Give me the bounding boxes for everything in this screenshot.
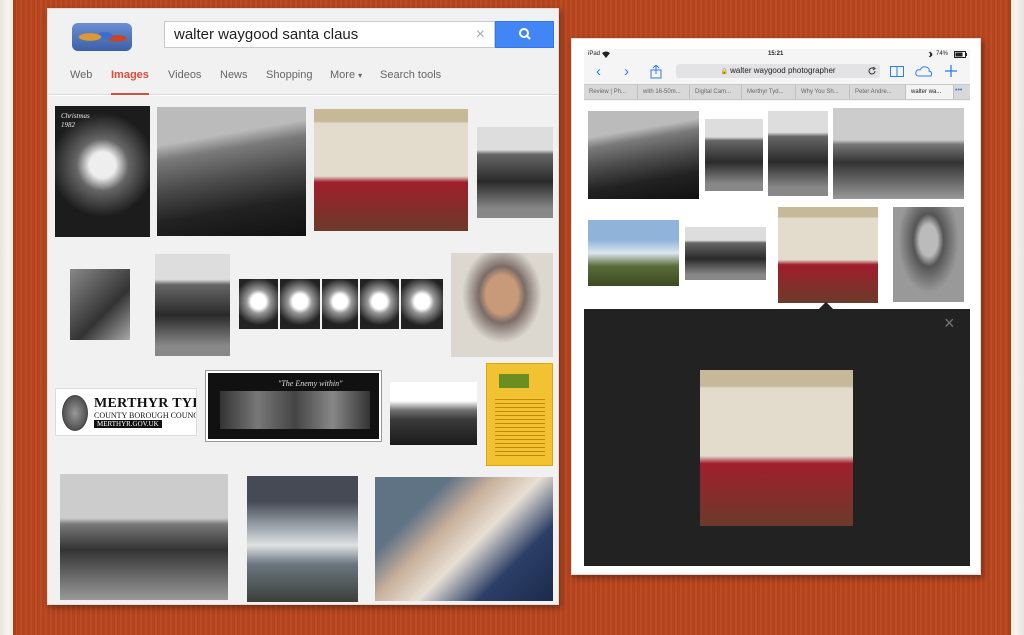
image-results-grid: Christmas 1982 MERTHYR TYDFIL COUNTY BOR… (48, 96, 558, 604)
tab-videos[interactable]: Videos (168, 69, 201, 95)
result-christmas-card[interactable]: Christmas 1982 (55, 106, 150, 237)
chevron-down-icon: ▾ (358, 71, 363, 80)
santa-frame-4 (360, 279, 399, 329)
tab-web[interactable]: Web (70, 69, 92, 95)
merthyr-line-3: MERTHYR.GOV.UK (94, 420, 162, 428)
result-hillside-valley[interactable] (157, 107, 306, 236)
address-text: walter waygood photographer (730, 66, 836, 75)
search-input[interactable] (165, 22, 455, 47)
santa-frame-3 (322, 279, 358, 329)
close-icon[interactable]: × (944, 313, 955, 334)
tab-images[interactable]: Images (111, 69, 149, 95)
result-chalk-wall-group[interactable] (155, 254, 230, 356)
merthyr-line-2: COUNTY BOROUGH COUNCIL (94, 411, 197, 420)
result-man-portrait[interactable] (451, 253, 553, 357)
google-header: × Web Images Videos News Shopping More ▾… (48, 9, 558, 95)
miners-crowd (220, 391, 370, 429)
wifi-icon (602, 51, 610, 58)
address-bar[interactable]: 🔒 walter waygood photographer (676, 64, 880, 78)
forward-button[interactable]: › (624, 64, 629, 79)
clear-icon[interactable]: × (476, 26, 485, 44)
result-group-of-men[interactable] (477, 127, 553, 218)
cloud-icon[interactable] (915, 66, 933, 77)
search-icon (519, 28, 531, 40)
santa-frame-2 (280, 279, 320, 329)
lock-icon: 🔒 (720, 69, 728, 75)
search-button[interactable] (495, 21, 554, 48)
ipad-screen: iPad 15:21 74% ‹ › 🔒 walter waygood phot… (584, 49, 970, 566)
merthyr-line-1: MERTHYR TYDFIL (94, 396, 196, 411)
status-time: 15:21 (768, 51, 784, 57)
result-yellow-flyer[interactable] (486, 363, 553, 466)
search-box[interactable]: × (164, 21, 495, 48)
safari-tab-7-active[interactable]: walter wa... (906, 85, 954, 99)
search-tabs: Web Images Videos News Shopping More ▾ S… (48, 69, 558, 95)
viewer-pointer (818, 301, 834, 317)
result-pithead[interactable] (390, 382, 477, 445)
result-santa-portrait[interactable] (70, 269, 130, 340)
ipad-result-billboard[interactable] (588, 220, 679, 286)
google-images-screenshot: × Web Images Videos News Shopping More ▾… (47, 8, 559, 605)
safari-tab-5[interactable]: Why You Sh... (796, 85, 850, 99)
safari-tab-3[interactable]: Digital Cam... (690, 85, 742, 99)
status-bar: iPad 15:21 74% (584, 49, 970, 61)
right-border (1008, 0, 1024, 635)
tab-more[interactable]: More ▾ (330, 69, 362, 95)
viewer-preview-image[interactable] (700, 370, 853, 526)
safari-tab-4[interactable]: Merthyr Tyd... (742, 85, 796, 99)
battery-percent: 74% (936, 51, 949, 57)
share-icon[interactable] (650, 65, 662, 79)
safari-tab-6[interactable]: Peter Andre... (850, 85, 906, 99)
flyer-image (499, 374, 529, 388)
back-button[interactable]: ‹ (596, 64, 601, 79)
tab-news[interactable]: News (220, 69, 248, 95)
ipad-safari-screenshot: iPad 15:21 74% ‹ › 🔒 walter waygood phot… (571, 38, 981, 575)
result-valley-village[interactable] (60, 474, 228, 600)
ipad-result-woman-apron[interactable] (893, 207, 964, 302)
santa-frame-1 (239, 279, 278, 329)
bookmarks-icon[interactable] (890, 66, 904, 77)
plus-icon[interactable] (945, 65, 957, 77)
tab-search-tools[interactable]: Search tools (380, 69, 441, 95)
battery-icon (954, 51, 967, 58)
image-viewer-panel: × (584, 301, 970, 566)
safari-tab-2[interactable]: with 16-50m... (638, 85, 690, 99)
reload-icon[interactable] (868, 67, 876, 75)
ipad-result-car-valley[interactable] (833, 108, 964, 199)
tab-more-label: More (330, 69, 356, 81)
result-lake-snow[interactable] (247, 476, 358, 602)
safari-toolbar: ‹ › 🔒 walter waygood photographer (584, 61, 970, 83)
result-enemy-within[interactable]: "The Enemy within" (206, 371, 381, 441)
ipad-result-hillside[interactable] (588, 111, 699, 199)
ipad-result-gallery[interactable] (778, 207, 878, 303)
safari-tab-1[interactable]: Review | Ph... (584, 85, 638, 99)
left-border (0, 0, 16, 635)
google-doodle-logo[interactable] (72, 23, 132, 51)
christmas-card-caption: Christmas 1982 (61, 112, 90, 129)
santa-frame-5 (401, 279, 443, 329)
device-label: iPad (588, 51, 601, 57)
safari-tab-bar: Review | Ph... with 16-50m... Digital Ca… (584, 84, 970, 100)
result-merthyr-council-logo[interactable]: MERTHYR TYDFIL COUNTY BOROUGH COUNCIL ME… (55, 388, 197, 436)
tab-shopping[interactable]: Shopping (266, 69, 313, 95)
result-gallery-visitors[interactable] (314, 109, 468, 231)
council-crest-icon (62, 395, 88, 431)
bluetooth-icon (928, 51, 933, 58)
enemy-title: "The Enemy within" (278, 379, 343, 388)
ipad-result-chalk-wall[interactable] (768, 111, 828, 196)
ipad-result-women-group[interactable] (685, 227, 766, 280)
result-sheepdogs[interactable] (375, 477, 553, 601)
more-tabs-icon[interactable]: ••• (955, 87, 962, 94)
ipad-image-results: × (584, 101, 970, 566)
flyer-text-lines (495, 396, 545, 456)
result-santa-strip[interactable] (239, 279, 443, 329)
ipad-result-group-men[interactable] (705, 119, 763, 191)
